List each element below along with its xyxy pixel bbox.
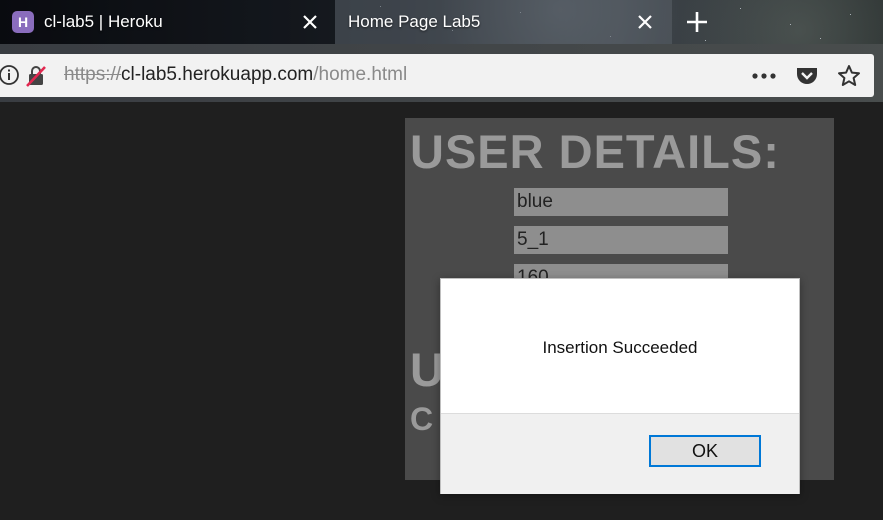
- url-bar[interactable]: https://cl-lab5.herokuapp.com/home.html: [0, 54, 874, 97]
- nav-bar: https://cl-lab5.herokuapp.com/home.html: [0, 44, 883, 102]
- tab-strip: H cl-lab5 | Heroku Home Page Lab5: [0, 0, 883, 44]
- alert-message: Insertion Succeeded: [542, 338, 698, 357]
- ok-button[interactable]: OK: [649, 435, 761, 467]
- field-color[interactable]: blue: [514, 188, 728, 216]
- close-tab-icon[interactable]: [633, 10, 657, 34]
- url-path: /home.html: [313, 64, 408, 85]
- section-subheading: C: [410, 401, 434, 437]
- tab-title: cl-lab5 | Heroku: [44, 12, 163, 31]
- more-icon[interactable]: [751, 63, 777, 89]
- tab-title: Home Page Lab5: [348, 12, 481, 31]
- url-text[interactable]: https://cl-lab5.herokuapp.com/home.html: [64, 64, 407, 86]
- user-details-heading: USER DETAILS:: [410, 125, 780, 178]
- section-heading: U: [410, 343, 444, 396]
- alert-dialog: Insertion Succeeded OK: [440, 278, 800, 494]
- new-tab-icon[interactable]: [683, 8, 711, 36]
- heroku-icon: H: [12, 11, 34, 33]
- insecure-lock-icon[interactable]: [24, 64, 48, 93]
- url-scheme: https://: [64, 64, 122, 85]
- field-id[interactable]: 5_1: [514, 226, 728, 254]
- url-host: cl-lab5.herokuapp.com: [121, 64, 314, 85]
- page-info-icon[interactable]: [0, 64, 20, 91]
- pocket-icon[interactable]: [794, 63, 820, 89]
- tab-heroku[interactable]: H cl-lab5 | Heroku: [0, 0, 335, 44]
- bookmark-star-icon[interactable]: [836, 63, 862, 89]
- tab-home-page[interactable]: Home Page Lab5: [335, 0, 672, 44]
- close-tab-icon[interactable]: [298, 10, 322, 34]
- alert-footer: OK: [441, 413, 799, 494]
